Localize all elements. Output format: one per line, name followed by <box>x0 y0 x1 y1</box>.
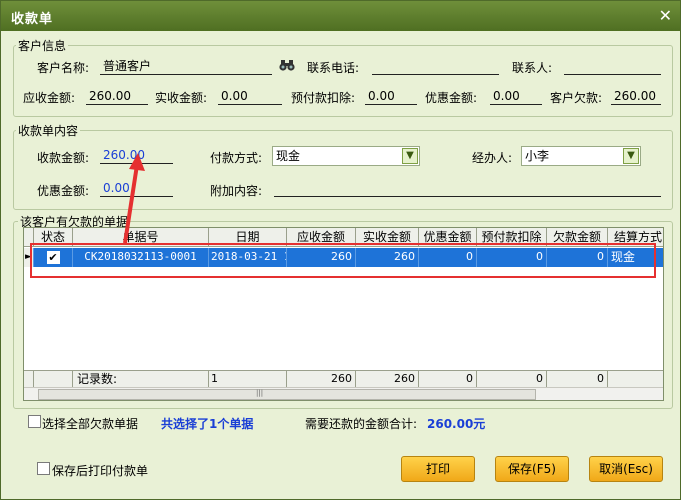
discount-label: 优惠金额: <box>425 91 478 105</box>
scrollbar-thumb[interactable] <box>38 389 536 400</box>
customer-name-label: 客户名称: <box>37 61 90 75</box>
receivable-label: 应收金额: <box>23 91 76 105</box>
handler-value: 小李 <box>525 149 550 163</box>
print-after-save-checkbox[interactable] <box>37 462 50 475</box>
footer-prepaid: 0 <box>477 371 547 388</box>
amount-label: 收款金额: <box>37 151 90 165</box>
pay-method-value: 现金 <box>276 149 301 163</box>
phone-label: 联系电话: <box>307 61 360 75</box>
customer-info-legend: 客户信息 <box>18 39 67 53</box>
contact-field[interactable] <box>564 57 661 75</box>
prepaid-label: 预付款扣除: <box>291 91 356 105</box>
window-title: 收款单 <box>11 12 54 27</box>
handler-select[interactable]: 小李 ▼ <box>521 146 641 166</box>
total-label: 需要还款的金额合计: <box>305 417 418 431</box>
search-icon[interactable] <box>279 58 295 72</box>
owed-label: 客户欠款: <box>550 91 603 105</box>
chevron-down-icon[interactable]: ▼ <box>623 148 639 164</box>
close-icon[interactable]: ✕ <box>659 6 672 25</box>
pay-method-select[interactable]: 现金 ▼ <box>272 146 420 166</box>
footer-pointer <box>24 371 34 388</box>
horizontal-scrollbar[interactable]: ||| <box>24 387 663 400</box>
extra-content-label: 附加内容: <box>210 184 263 198</box>
footer-status <box>34 371 73 388</box>
footer-settle <box>608 371 663 388</box>
chevron-down-icon[interactable]: ▼ <box>402 148 418 164</box>
extra-content-field[interactable] <box>274 179 661 197</box>
print-button[interactable]: 打印 <box>401 456 475 482</box>
received-label: 实收金额: <box>155 91 208 105</box>
handler-label: 经办人: <box>472 151 513 165</box>
scrollbar-grip-icon: ||| <box>256 389 264 397</box>
pay-method-label: 付款方式: <box>210 151 263 165</box>
discount-field: 0.00 <box>490 87 542 105</box>
customer-name-field[interactable]: 普通客户 <box>100 57 272 75</box>
phone-field[interactable] <box>372 57 499 75</box>
total-value: 260.00元 <box>427 417 486 431</box>
extra-discount-label: 优惠金额: <box>37 184 90 198</box>
receipt-content-legend: 收款单内容 <box>18 124 79 138</box>
receivable-field: 260.00 <box>86 87 148 105</box>
annotation-arrow-icon <box>123 153 145 244</box>
save-button[interactable]: 保存(F5) <box>495 456 569 482</box>
table-footer: 记录数: 1 260 260 0 0 0 <box>24 370 663 388</box>
select-all-checkbox[interactable] <box>28 415 41 428</box>
prepaid-field: 0.00 <box>365 87 417 105</box>
receipt-window: 收款单 ✕ 客户信息 客户名称: 普通客户 联系电话: 联系人: 应收金额: 2… <box>0 0 681 500</box>
footer-label: 记录数: <box>73 371 209 388</box>
footer-count: 1 <box>209 371 287 388</box>
footer-receivable: 260 <box>287 371 356 388</box>
received-field: 0.00 <box>218 87 282 105</box>
print-after-save-label[interactable]: 保存后打印付款单 <box>52 462 148 479</box>
title-bar: 收款单 ✕ <box>1 1 680 31</box>
cancel-button[interactable]: 取消(Esc) <box>589 456 663 482</box>
footer-received: 260 <box>356 371 419 388</box>
contact-label: 联系人: <box>512 61 553 75</box>
footer-owed: 0 <box>547 371 608 388</box>
footer-discount: 0 <box>419 371 477 388</box>
select-all-label[interactable]: 选择全部欠款单据 <box>42 415 138 432</box>
owed-field: 260.00 <box>611 87 661 105</box>
selected-count-text: 共选择了1个单据 <box>161 417 254 431</box>
